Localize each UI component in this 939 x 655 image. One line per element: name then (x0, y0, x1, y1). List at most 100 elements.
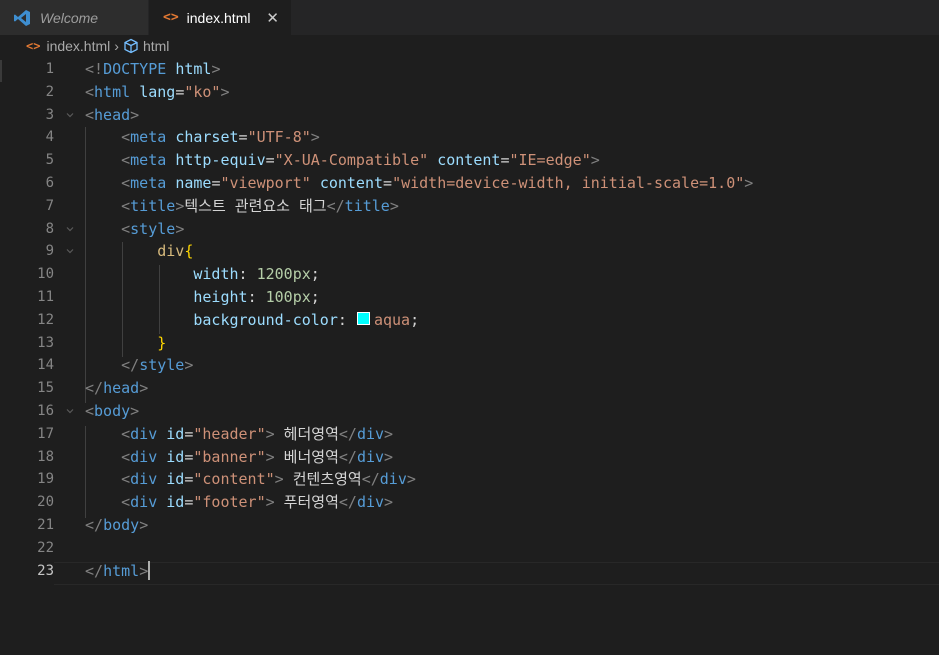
code-token: > (139, 516, 149, 534)
code-line[interactable]: 11 height: 100px; (0, 286, 939, 309)
code-editor[interactable]: 1 <!DOCTYPE html> 2 <html lang="ko"> 3 <head>… (0, 58, 939, 655)
code-token: < (121, 196, 131, 215)
code-token: <! (85, 60, 104, 78)
chevron-down-icon[interactable] (66, 247, 74, 255)
code-token: title (344, 196, 390, 215)
code-token: "banner" (193, 447, 266, 466)
code-text: <title>텍스트 관련요소 태그</title> (85, 195, 399, 218)
code-line[interactable]: 6 <meta name="viewport" content="width=d… (0, 172, 939, 195)
code-token: body (94, 402, 131, 420)
code-line[interactable]: 2 <html lang="ko"> (0, 81, 939, 104)
code-token: div (379, 470, 407, 489)
code-text: <div id="banner"> 베너영역</div> (85, 446, 393, 469)
code-text: <div id="header"> 헤더영역</div> (85, 423, 393, 446)
tab-index-html[interactable]: <> index.html ✕ (149, 0, 291, 35)
code-token: html (175, 60, 212, 78)
code-token: height (193, 288, 248, 306)
code-token: "width=device-width, initial-scale=1.0" (392, 174, 745, 192)
code-token: http-equiv (175, 151, 266, 170)
code-token: > (406, 470, 416, 489)
code-token: background-color (193, 310, 338, 329)
code-line[interactable]: 4 <meta charset="UTF-8"> (0, 126, 939, 149)
code-line[interactable]: 16 <body> (0, 400, 939, 423)
code-token: div (356, 447, 385, 466)
code-token: > (590, 151, 600, 170)
code-line[interactable]: 23 </html> (0, 560, 939, 583)
code-token: > (384, 447, 394, 466)
code-token: "viewport" (220, 174, 311, 192)
line-number: 1 (45, 61, 54, 77)
code-token: > (211, 60, 221, 78)
close-icon[interactable]: ✕ (266, 9, 279, 27)
code-line[interactable]: 22 (0, 537, 939, 560)
code-line[interactable]: 9 div{ (0, 240, 939, 263)
code-token: "IE=edge" (509, 151, 591, 170)
code-line[interactable]: 1 <!DOCTYPE html> (0, 58, 939, 81)
code-token: < (121, 174, 131, 192)
breadcrumb: <> index.html › html (0, 35, 939, 57)
breadcrumb-file[interactable]: index.html (46, 38, 110, 54)
tab-welcome[interactable]: Welcome (0, 0, 148, 35)
code-token: meta (130, 151, 167, 170)
code-token: < (121, 128, 131, 147)
code-line[interactable]: 10 width: 1200px; (0, 263, 939, 286)
code-line[interactable]: 3 <head> (0, 104, 939, 127)
tab-bar: Welcome <> index.html ✕ (0, 0, 939, 35)
code-token: lang (139, 82, 176, 101)
code-line[interactable]: 7 <title>텍스트 관련요소 태그</title> (0, 195, 939, 218)
code-line[interactable]: 17 <div id="header"> 헤더영역</div> (0, 423, 939, 446)
chevron-down-icon[interactable] (66, 111, 74, 119)
line-number: 8 (45, 220, 54, 237)
code-token: div (356, 493, 385, 512)
code-token: 컨텐츠영역 (283, 470, 362, 489)
line-number: 19 (37, 471, 54, 488)
text-cursor (148, 560, 151, 580)
code-token: < (121, 470, 131, 489)
code-token: > (310, 128, 320, 147)
code-token: = (383, 174, 393, 192)
line-number: 4 (45, 129, 54, 146)
code-line[interactable]: 15 </head> (0, 377, 939, 400)
code-token: = (175, 82, 185, 101)
code-token: < (121, 493, 131, 512)
code-token: title (130, 196, 176, 215)
code-token: "footer" (193, 493, 266, 512)
color-swatch[interactable] (356, 312, 370, 326)
code-token: head (103, 379, 140, 398)
code-token: id (166, 447, 185, 466)
code-line[interactable]: 12 background-color: aqua; (0, 309, 939, 332)
code-line[interactable]: 14 </style> (0, 354, 939, 377)
code-token: > (139, 561, 149, 580)
vscode-logo-icon (14, 9, 30, 26)
code-token: "X-UA-Compatible" (274, 151, 429, 170)
code-line[interactable]: 8 <style> (0, 218, 939, 241)
code-line[interactable]: 21 </body> (0, 514, 939, 537)
line-number: 12 (37, 311, 54, 328)
chevron-down-icon[interactable] (66, 407, 74, 415)
breadcrumb-symbol[interactable]: html (143, 38, 169, 54)
code-token: </ (85, 561, 104, 580)
code-token: html (94, 82, 131, 101)
chevron-down-icon[interactable] (66, 225, 74, 233)
code-token: < (85, 105, 95, 124)
code-line[interactable]: 19 <div id="content"> 컨텐츠영역</div> (0, 468, 939, 491)
code-text: background-color: aqua; (85, 309, 419, 332)
line-number: 10 (37, 266, 54, 283)
code-line[interactable]: 5 <meta http-equiv="X-UA-Compatible" con… (0, 149, 939, 172)
line-number: 6 (45, 175, 54, 191)
line-number: 22 (37, 539, 54, 556)
line-number: 7 (45, 197, 54, 214)
code-text: <html lang="ko"> (85, 81, 230, 104)
code-line[interactable]: 13 } (0, 332, 939, 355)
code-token: 베너영역 (274, 447, 339, 466)
code-line[interactable]: 20 <div id="footer"> 푸터영역</div> (0, 491, 939, 514)
code-line[interactable]: 18 <div id="banner"> 베너영역</div> (0, 446, 939, 469)
code-text: </head> (85, 377, 148, 400)
